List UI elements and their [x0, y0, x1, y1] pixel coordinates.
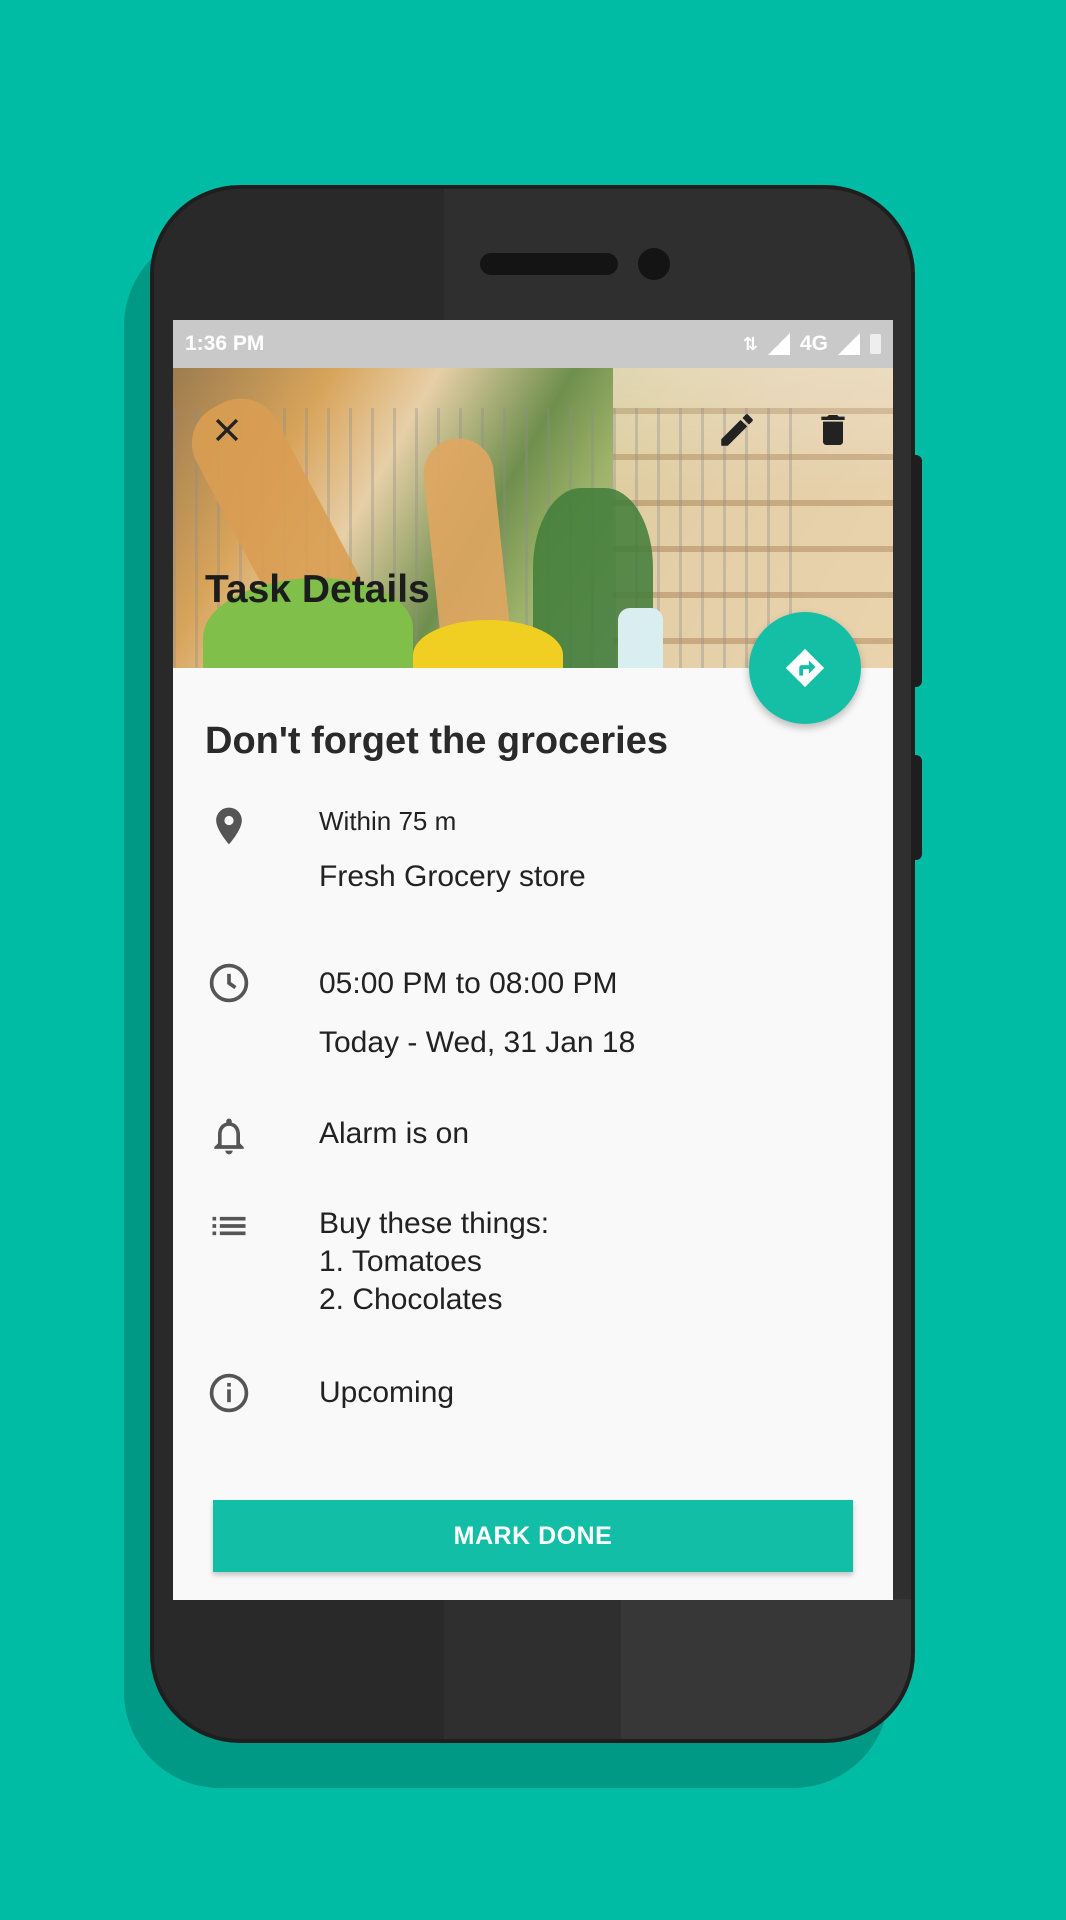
location-place: Fresh Grocery store: [319, 860, 586, 893]
data-transfer-icon: ⇅: [742, 333, 758, 354]
notes-line: Buy these things:: [319, 1207, 550, 1240]
time-range: 05:00 PM to 08:00 PM: [319, 967, 618, 1000]
status-time: 1:36 PM: [185, 332, 265, 355]
phone-speaker: [480, 253, 618, 275]
notes-line: 1. Tomatoes: [319, 1245, 482, 1278]
page-title: Task Details: [205, 568, 430, 611]
bell-icon: [214, 1118, 244, 1155]
phone-sheen: [621, 1599, 911, 1739]
app-screen: 1:36 PM ⇅ 4G Task Details Don't forget t…: [173, 320, 893, 1600]
task-date: Today - Wed, 31 Jan 18: [319, 1026, 636, 1059]
directions-button[interactable]: [749, 612, 861, 724]
mark-done-button[interactable]: MARK DONE: [213, 1500, 853, 1572]
delete-button[interactable]: [805, 402, 861, 458]
battery-icon: [870, 334, 881, 354]
notes-line: 2. Chocolates: [319, 1283, 503, 1316]
task-status: Upcoming: [319, 1376, 455, 1409]
pencil-icon: [721, 414, 753, 446]
status-bar: 1:36 PM ⇅ 4G: [173, 320, 893, 368]
header-photo-bottle: [618, 608, 663, 668]
power-button: [912, 455, 922, 687]
list-icon: [212, 1216, 246, 1236]
status-icons: ⇅ 4G: [743, 332, 881, 356]
phone-camera: [638, 248, 670, 280]
close-icon: [215, 418, 239, 442]
alarm-status: Alarm is on: [319, 1117, 470, 1150]
task-title: Don't forget the groceries: [205, 720, 668, 762]
signal-icon: [767, 333, 790, 355]
info-icon: [209, 1373, 249, 1413]
location-pin-icon: [216, 807, 242, 845]
clock-icon: [209, 963, 249, 1003]
location-radius: Within 75 m: [319, 806, 457, 836]
trash-icon: [821, 415, 845, 445]
volume-button: [912, 755, 922, 860]
directions-icon: [785, 648, 825, 688]
network-type: 4G: [799, 332, 828, 355]
edit-button[interactable]: [709, 402, 765, 458]
close-button[interactable]: [199, 402, 255, 458]
signal-icon: [838, 333, 860, 355]
